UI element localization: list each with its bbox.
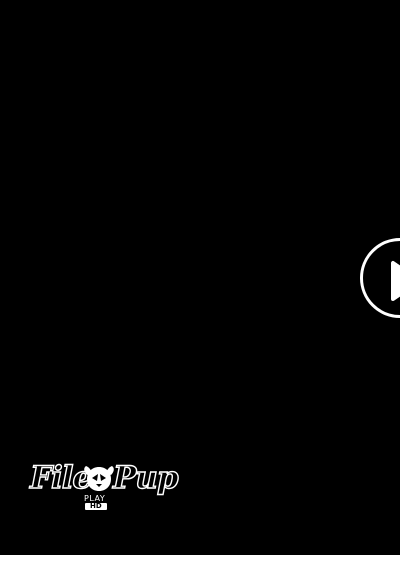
logo-word-pup: Pup bbox=[112, 459, 179, 496]
video-player[interactable]: File Pup PLAY HD bbox=[0, 0, 400, 555]
logo-hd-badge: HD bbox=[85, 503, 107, 510]
bottom-strip bbox=[0, 555, 400, 562]
play-icon bbox=[391, 261, 400, 301]
dog-head-icon bbox=[84, 466, 114, 491]
filepup-logo: File Pup PLAY HD bbox=[28, 459, 179, 515]
play-button[interactable] bbox=[360, 238, 400, 318]
